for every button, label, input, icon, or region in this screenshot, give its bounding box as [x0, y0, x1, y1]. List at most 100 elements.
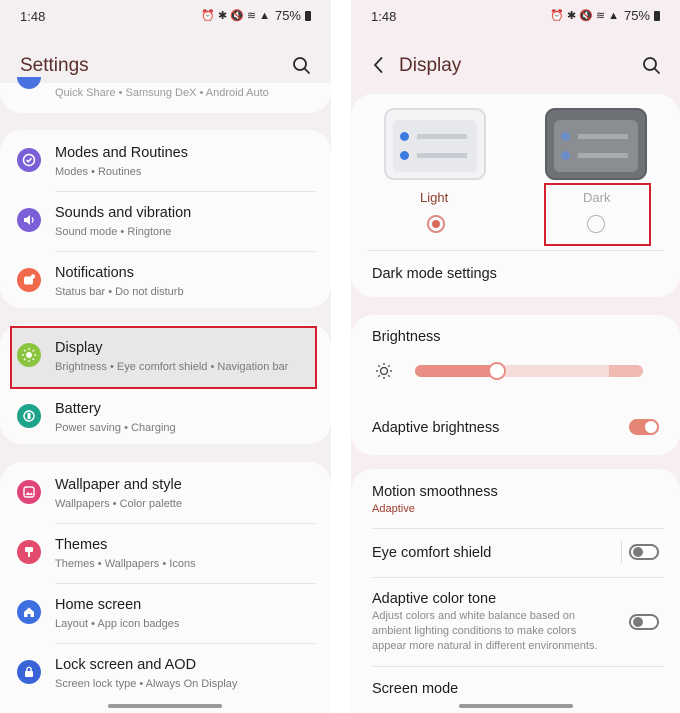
toggle-knob: [645, 421, 657, 433]
adaptive-color-tone-desc: Adjust colors and white balance based on…: [372, 610, 598, 652]
motion-smoothness-item[interactable]: Motion smoothness: [372, 484, 498, 500]
search-icon: [643, 57, 660, 74]
brightness-extra-range: [609, 365, 643, 377]
signal-icon: ▲: [259, 9, 270, 22]
list-item[interactable]: Quick Share • Samsung DeX • Android Auto: [0, 83, 331, 103]
battery-percent: 75%: [623, 8, 650, 23]
item-sub: Quick Share • Samsung DeX • Android Auto: [55, 87, 269, 99]
brightness-slider[interactable]: [415, 362, 643, 380]
preview-line: [578, 134, 628, 139]
settings-item-notifications[interactable]: Notifications Status bar • Do not distur…: [0, 252, 331, 312]
light-mode-preview[interactable]: [384, 108, 486, 180]
eye-comfort-shield-item[interactable]: Eye comfort shield: [372, 545, 491, 561]
lock-icon: [17, 660, 41, 684]
status-time: 1:48: [20, 9, 46, 24]
search-button[interactable]: [291, 55, 313, 77]
theme-mode-card: Light Dark Dark mode settings: [351, 94, 680, 297]
item-title: Notifications: [55, 265, 134, 281]
light-mode-radio[interactable]: [427, 215, 445, 233]
adaptive-brightness-toggle[interactable]: [629, 419, 659, 435]
home-indicator[interactable]: [108, 704, 222, 708]
settings-group-1: Modes and Routines Modes • Routines Soun…: [0, 130, 331, 308]
bluetooth-icon: ✱: [217, 10, 228, 22]
divider: [372, 528, 664, 529]
settings-group-3: Wallpaper and style Wallpapers • Color p…: [0, 462, 331, 713]
settings-item-modes-routines[interactable]: Modes and Routines Modes • Routines: [0, 132, 331, 192]
item-sub: Wallpapers • Color palette: [55, 498, 182, 510]
battery-percent: 75%: [274, 8, 301, 23]
back-arrow-icon: [374, 57, 383, 73]
screen-mode-item[interactable]: Screen mode: [372, 681, 458, 697]
settings-item-lock-screen[interactable]: Lock screen and AOD Screen lock type • A…: [0, 644, 331, 704]
item-sub: Status bar • Do not disturb: [55, 286, 184, 298]
item-title: Lock screen and AOD: [55, 657, 197, 673]
item-sub: Screen lock type • Always On Display: [55, 678, 238, 690]
status-icons: ⏰ ✱ 🔇 ≋ ▲ 75%: [201, 8, 311, 23]
settings-item-sounds[interactable]: Sounds and vibration Sound mode • Ringto…: [0, 192, 331, 252]
item-title: Wallpaper and style: [55, 477, 182, 493]
battery-icon: [654, 10, 660, 21]
settings-item-home-screen[interactable]: Home screen Layout • App icon badges: [0, 584, 331, 644]
mute-icon: 🔇: [579, 10, 593, 22]
wallpaper-icon: [17, 480, 41, 504]
adaptive-color-tone-item[interactable]: Adaptive color tone: [372, 591, 496, 607]
preview-line: [417, 134, 467, 139]
vertical-divider: [621, 541, 622, 563]
brightness-fill: [415, 365, 498, 377]
search-icon: [293, 57, 310, 74]
preview-line: [417, 153, 467, 158]
search-button[interactable]: [641, 55, 663, 77]
highlight-box: [544, 183, 651, 246]
light-mode-label: Light: [420, 190, 449, 205]
brightness-label: Brightness: [372, 329, 441, 345]
preview-dot: [400, 132, 409, 141]
status-time: 1:48: [371, 9, 397, 24]
alarm-icon: ⏰: [201, 10, 215, 22]
item-title: Modes and Routines: [55, 145, 188, 161]
page-title: Settings: [20, 55, 89, 76]
speaker-icon: [17, 208, 41, 232]
settings-item-themes[interactable]: Themes Themes • Wallpapers • Icons: [0, 524, 331, 584]
adaptive-color-tone-toggle[interactable]: [629, 614, 659, 630]
eye-comfort-toggle[interactable]: [629, 544, 659, 560]
motion-smoothness-value: Adaptive: [372, 503, 415, 515]
settings-item-battery[interactable]: Battery Power saving • Charging: [0, 388, 331, 448]
settings-item-wallpaper[interactable]: Wallpaper and style Wallpapers • Color p…: [0, 464, 331, 524]
item-title: Battery: [55, 401, 101, 417]
item-sub: Themes • Wallpapers • Icons: [55, 558, 196, 570]
preview-panel: [393, 120, 477, 172]
bluetooth-icon: ✱: [566, 10, 577, 22]
status-bar: 1:48 ⏰ ✱ 🔇 ≋ ▲ 75%: [0, 0, 331, 32]
item-sub: Sound mode • Ringtone: [55, 226, 172, 238]
themes-icon: [17, 540, 41, 564]
divider: [372, 577, 664, 578]
preview-dot: [561, 132, 570, 141]
item-sub: Power saving • Charging: [55, 422, 176, 434]
item-sub: Layout • App icon badges: [55, 618, 180, 630]
toggle-knob: [633, 617, 643, 627]
preview-line: [578, 153, 628, 158]
notification-icon: [17, 268, 41, 292]
page-title: Display: [399, 55, 462, 76]
item-title: Themes: [55, 537, 108, 553]
sun-icon: [375, 362, 393, 385]
divider: [372, 666, 664, 667]
battery-icon: [17, 404, 41, 428]
back-button[interactable]: [369, 55, 389, 75]
brightness-card: Brightness Adaptive brightness: [351, 315, 680, 455]
highlight-box: [10, 326, 317, 389]
brightness-thumb[interactable]: [488, 362, 507, 380]
status-icons: ⏰ ✱ 🔇 ≋ ▲ 75%: [550, 8, 660, 23]
status-bar: 1:48 ⏰ ✱ 🔇 ≋ ▲ 75%: [351, 0, 680, 32]
settings-screen: 1:48 ⏰ ✱ 🔇 ≋ ▲ 75% Settings Quick Share …: [0, 0, 331, 713]
preview-panel: [554, 120, 638, 172]
home-indicator[interactable]: [459, 704, 573, 708]
display-options-card: Motion smoothness Adaptive Eye comfort s…: [351, 469, 680, 713]
battery-icon: [305, 10, 311, 21]
check-circle-icon: [17, 148, 41, 172]
dark-mode-settings-item[interactable]: Dark mode settings: [372, 266, 497, 282]
dark-mode-preview[interactable]: [545, 108, 647, 180]
item-title: Home screen: [55, 597, 142, 613]
alarm-icon: ⏰: [550, 10, 564, 22]
item-title: Sounds and vibration: [55, 205, 192, 221]
